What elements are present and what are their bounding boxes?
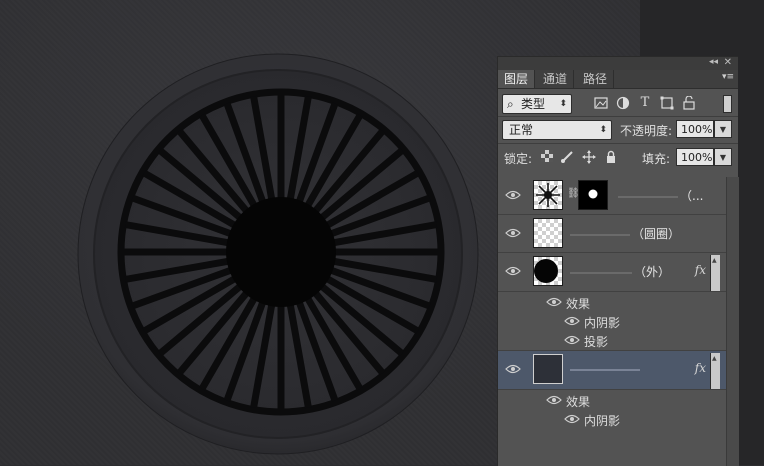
divider — [498, 116, 738, 117]
layer-row[interactable]: （圆圈） — [498, 215, 726, 253]
layer-fx-icon[interactable]: fx — [695, 263, 706, 277]
search-icon: ⌕ — [507, 97, 514, 111]
effects-title: 效果 — [566, 395, 591, 409]
effect-name: 内阴影 — [584, 316, 621, 330]
visibility-eye-icon[interactable] — [505, 363, 521, 375]
layer-row[interactable]: ⛓ （... — [498, 177, 726, 215]
lock-transparent-icon[interactable] — [540, 150, 554, 164]
filter-kind-label: 类型 — [521, 97, 546, 111]
tab-channels[interactable]: 通道 — [537, 70, 575, 88]
smart-object-filter-icon[interactable] — [682, 95, 696, 110]
wheel-hub — [226, 197, 336, 307]
opacity-dropdown-icon[interactable]: ▼ — [714, 120, 732, 138]
layers-panel: ◂◂ ✕ 图层 通道 路径 ▾≡ ⌕ 类型 ⬍ T 正常 ⬍ 不透明度: 100… — [497, 56, 739, 466]
panel-tabs: 图层 通道 路径 ▾≡ — [498, 70, 738, 89]
effects-title: 效果 — [566, 297, 591, 311]
layer-mask-thumbnail[interactable] — [578, 180, 608, 210]
layer-row[interactable]: （外） fx ▲ — [498, 253, 726, 292]
lock-all-icon[interactable] — [604, 150, 618, 164]
lock-position-icon[interactable] — [582, 150, 596, 164]
visibility-eye-icon[interactable] — [505, 227, 521, 239]
expand-effects-icon[interactable]: ▲ — [710, 353, 720, 389]
filter-row: ⌕ 类型 ⬍ T — [502, 94, 734, 114]
image-filter-icon[interactable] — [594, 96, 608, 110]
layer-name: （... — [618, 187, 703, 204]
fill-label: 填充: — [642, 152, 671, 166]
divider — [498, 143, 738, 144]
visibility-eye-icon[interactable] — [505, 265, 521, 277]
effect-row[interactable]: 投影 — [498, 330, 726, 351]
effect-name: 内阴影 — [584, 414, 621, 428]
layer-thumbnail — [533, 256, 563, 286]
fill-dropdown-icon[interactable]: ▼ — [714, 148, 732, 166]
shape-filter-icon[interactable] — [660, 96, 674, 110]
lock-row: 锁定: 填充: 100% ▼ — [502, 148, 734, 168]
layer-thumbnail — [533, 218, 563, 248]
panel-titlebar: ◂◂ ✕ — [498, 57, 738, 70]
layer-thumbnail — [533, 180, 563, 210]
visibility-eye-icon[interactable] — [505, 189, 521, 201]
effect-name: 投影 — [584, 335, 609, 349]
opacity-label: 不透明度: — [620, 124, 673, 138]
blend-mode-select[interactable]: 正常 ⬍ — [502, 120, 612, 140]
effect-eye-icon[interactable] — [564, 315, 580, 327]
filter-toggle[interactable] — [723, 95, 732, 113]
fill-input[interactable]: 100% — [676, 148, 714, 166]
blend-mode-value: 正常 — [509, 123, 534, 137]
opacity-input[interactable]: 100% — [676, 120, 714, 138]
layers-list: ⛓ （... （圆圈） （外） fx ▲ 效果 内阴影 投影 fx ▲ 效果 内… — [498, 177, 726, 466]
layer-name — [570, 362, 642, 376]
layer-name: （圆圈） — [570, 225, 680, 242]
effects-group: 效果 — [498, 390, 726, 410]
effects-eye-icon[interactable] — [546, 394, 562, 406]
effect-row[interactable]: 内阴影 — [498, 311, 726, 331]
filter-kind-select[interactable]: ⌕ 类型 ⬍ — [502, 94, 572, 114]
effect-row[interactable]: 内阴影 — [498, 409, 726, 429]
chevron-updown-icon: ⬍ — [599, 125, 607, 135]
tab-layers[interactable]: 图层 — [498, 70, 536, 88]
layer-row-selected[interactable]: fx ▲ — [498, 351, 726, 390]
panel-menu-icon[interactable]: ▾≡ — [722, 72, 734, 82]
layers-scrollbar[interactable] — [726, 177, 739, 466]
lock-label: 锁定: — [504, 152, 533, 166]
tab-paths[interactable]: 路径 — [577, 70, 615, 88]
lock-pixels-icon[interactable] — [560, 150, 574, 164]
layer-thumbnail — [533, 354, 563, 384]
expand-effects-icon[interactable]: ▲ — [710, 255, 720, 291]
close-icon[interactable]: ✕ — [724, 56, 732, 69]
layer-fx-icon[interactable]: fx — [695, 361, 706, 375]
effects-group: 效果 — [498, 292, 726, 312]
collapse-icon[interactable]: ◂◂ — [709, 56, 718, 69]
effect-eye-icon[interactable] — [564, 413, 580, 425]
effects-eye-icon[interactable] — [546, 296, 562, 308]
blend-row: 正常 ⬍ 不透明度: 100% ▼ — [502, 120, 734, 140]
chevron-updown-icon: ⬍ — [559, 99, 567, 109]
effect-eye-icon[interactable] — [564, 334, 580, 346]
type-filter-icon[interactable]: T — [638, 96, 652, 110]
layer-name: （外） — [570, 263, 670, 280]
adjustment-filter-icon[interactable] — [616, 96, 630, 110]
